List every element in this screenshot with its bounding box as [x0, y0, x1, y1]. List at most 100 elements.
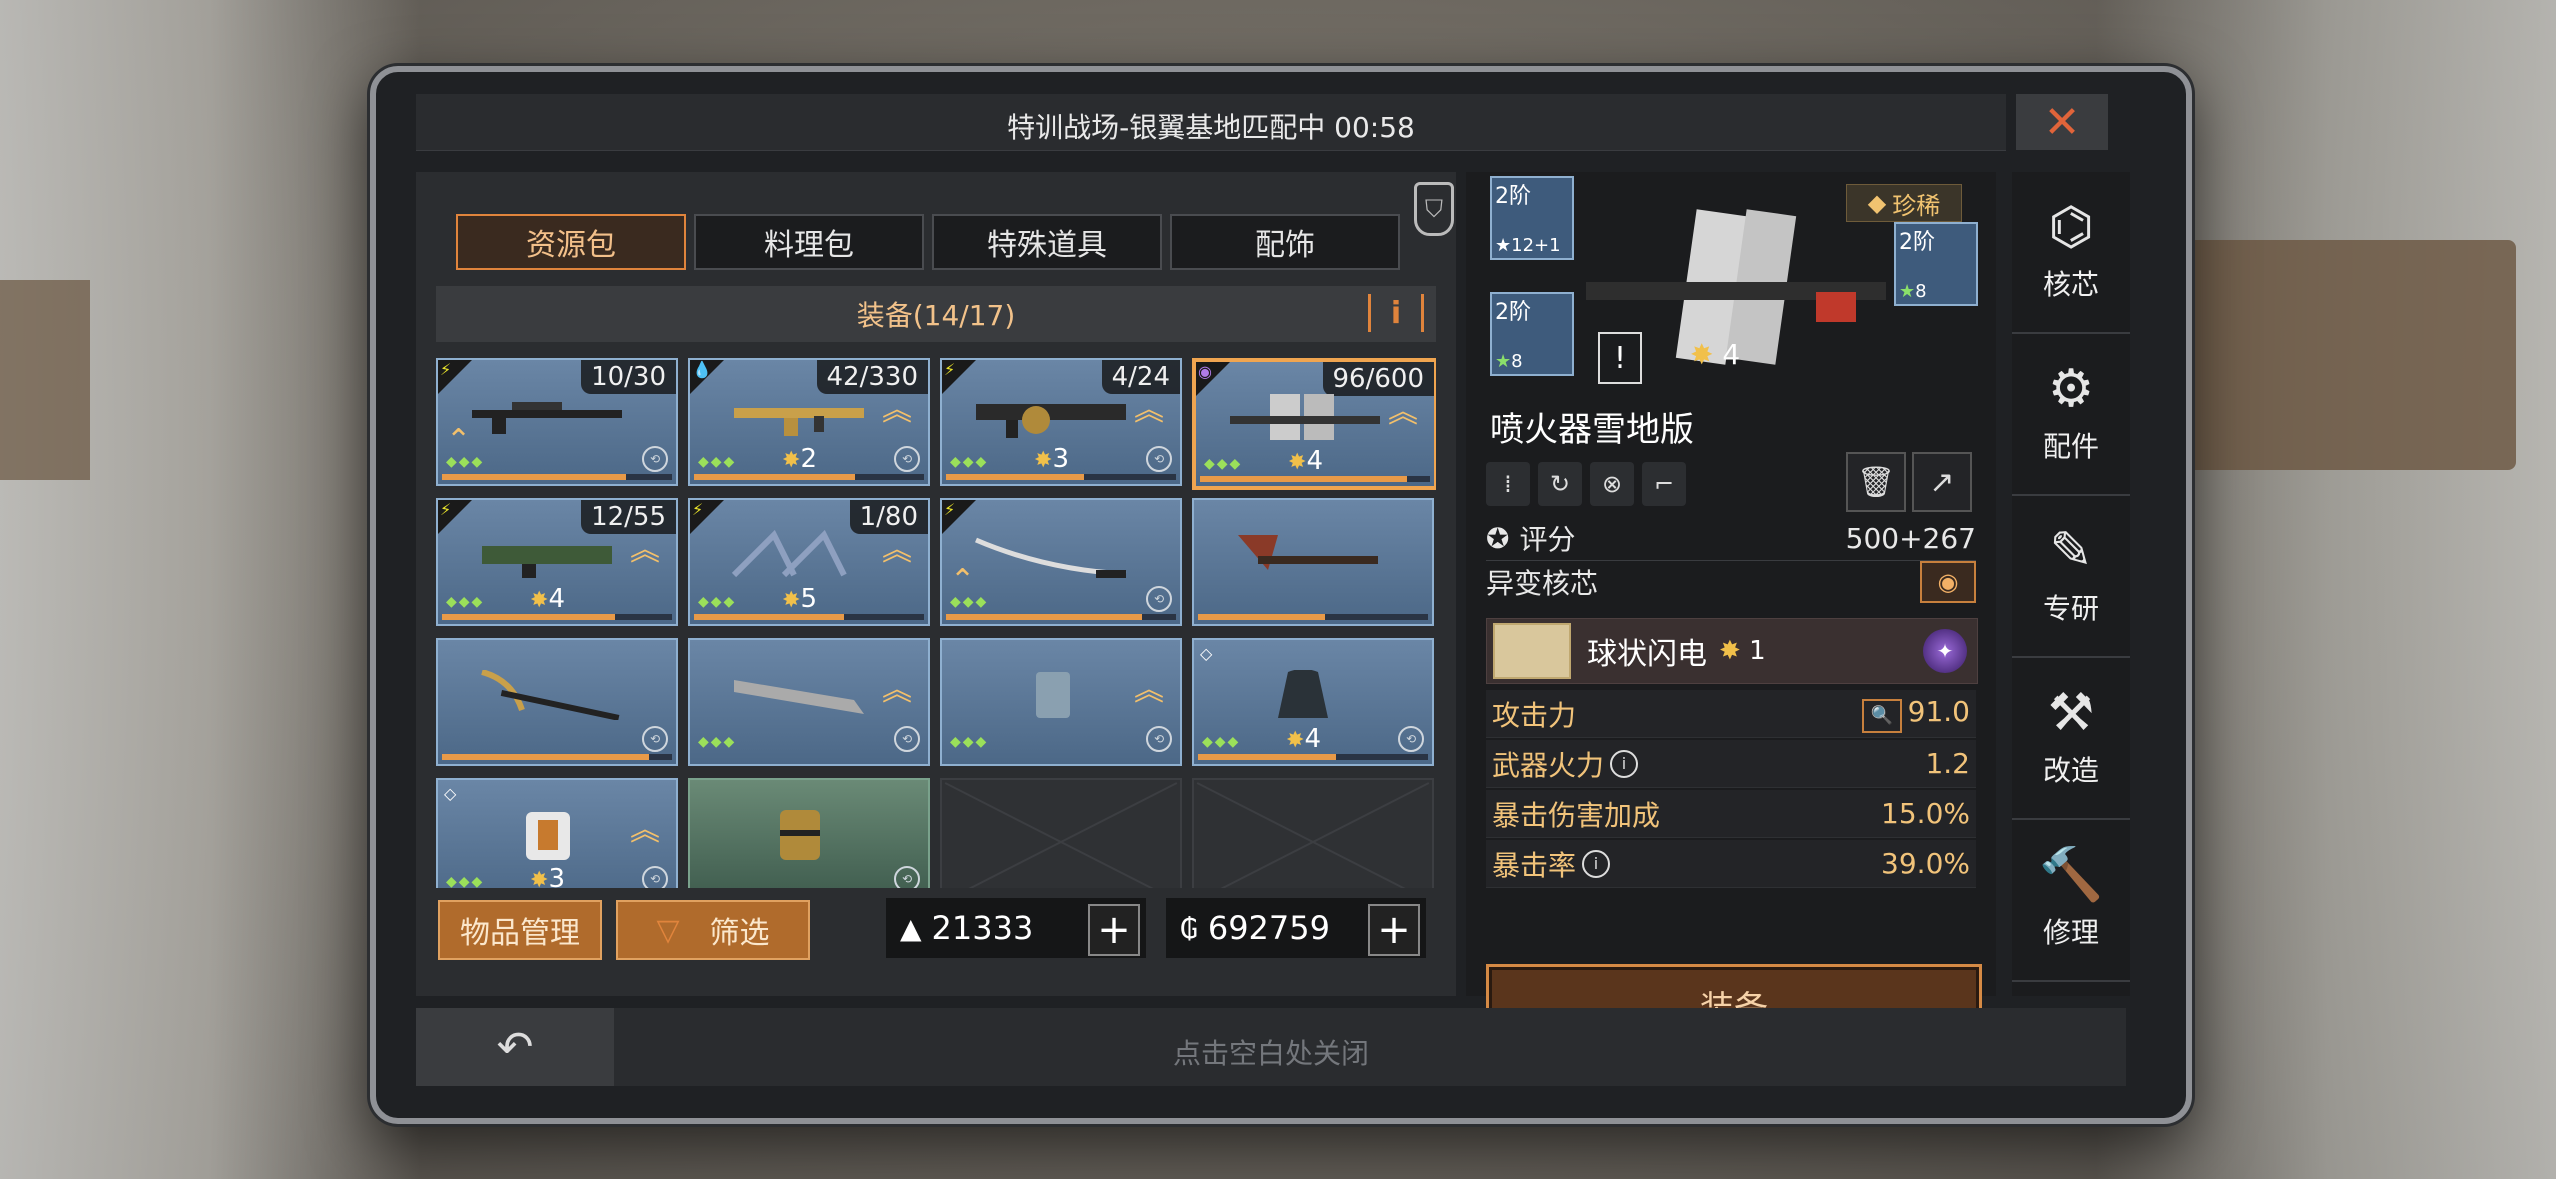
- inventory-panel: 资源包 料理包 特殊道具 配饰 ⛉ 装备(14/17) i ⚡ 10/30 ◆◆…: [416, 172, 1456, 996]
- material-icon: ▲: [900, 911, 922, 945]
- bullet-icon: ⁞: [1486, 462, 1530, 506]
- crosshair-icon: ⊗: [1590, 462, 1634, 506]
- reload-icon: ↻: [1538, 462, 1582, 506]
- upgrade-arrow-icon: ⌃: [446, 423, 472, 458]
- side-item-repair[interactable]: 🔨 修理: [2012, 820, 2130, 982]
- mutation-core-label: 异变核芯: [1486, 567, 1599, 600]
- stat-crit-rate: 暴击率 i 39.0%: [1486, 840, 1976, 888]
- item-slot[interactable]: ⚡ 12/55 ◆◆◆ ✸4 ︽: [436, 498, 678, 626]
- score-row: ✪ 评分 500+267: [1486, 516, 1976, 561]
- item-slot-selected[interactable]: ◉ 96/600 ◆◆◆ ✸4 ︽: [1192, 358, 1436, 490]
- pickaxe-icon: [481, 670, 620, 720]
- add-gold-button[interactable]: +: [1368, 904, 1420, 956]
- research-pencil-icon: ✎: [2049, 521, 2093, 581]
- ammo-count: 96/600: [1322, 362, 1434, 396]
- item-management-button[interactable]: 物品管理: [438, 900, 602, 960]
- upgrade-arrow-icon: ︽: [882, 673, 912, 708]
- side-item-parts[interactable]: ⚙ 配件: [2012, 334, 2130, 496]
- katana-icon: [975, 537, 1127, 578]
- item-slot[interactable]: [1192, 498, 1434, 626]
- grenade-launcher-icon: [976, 404, 1126, 438]
- empty-slot: [940, 778, 1182, 888]
- element-icon: ⚡: [440, 500, 452, 519]
- swap-icon: ⟲: [894, 866, 920, 888]
- background-planter-left: [0, 280, 90, 480]
- item-slot[interactable]: ◇ ◆◆◆ ✸4 ⟲: [1192, 638, 1434, 766]
- element-icon: ◉: [1198, 362, 1212, 381]
- weapon-level: 3: [1052, 444, 1069, 474]
- swap-icon: ⟲: [642, 726, 668, 752]
- magnify-icon[interactable]: 🔍: [1861, 698, 1902, 733]
- side-item-research[interactable]: ✎ 专研: [2012, 496, 2130, 658]
- item-slot[interactable]: ⚡ ◆◆◆ ⌃ ⟲: [940, 498, 1182, 626]
- weapon-level: 3: [548, 864, 565, 888]
- gold-coin-icon: ₲: [1180, 911, 1198, 945]
- item-slot[interactable]: ⟲: [436, 638, 678, 766]
- tab-accessories[interactable]: 配饰: [1170, 214, 1400, 270]
- core-thumbnail: [1493, 623, 1571, 679]
- upgrade-arrow-icon: ︽: [882, 393, 912, 428]
- core-chip-icon: ⌬: [2048, 197, 2094, 257]
- shield-icon[interactable]: ⛉: [1414, 182, 1454, 236]
- assault-rifle-icon: [734, 408, 864, 436]
- side-item-core[interactable]: ⌬ 核芯: [2012, 172, 2130, 334]
- add-material-button[interactable]: +: [1088, 904, 1140, 956]
- attachment-slot[interactable]: 2阶 ★8: [1894, 222, 1978, 306]
- score-value: 500+267: [1845, 521, 1976, 555]
- swap-icon: ⟲: [1146, 586, 1172, 612]
- upgrade-arrow-icon: ︽: [882, 533, 912, 568]
- attachment-slot[interactable]: 2阶 ★8: [1490, 292, 1574, 376]
- element-icon: 💧: [692, 360, 712, 379]
- weapon-level: 4: [1304, 724, 1321, 754]
- flamethrower-icon: [1230, 394, 1380, 440]
- share-icon[interactable]: ↗: [1912, 452, 1972, 512]
- element-icon: ⚡: [440, 360, 452, 379]
- title-bar: 特训战场-银翼基地匹配中 00:58: [416, 94, 2006, 151]
- info-icon[interactable]: i: [1610, 749, 1639, 778]
- element-icon: ⚡: [692, 500, 704, 519]
- item-slot[interactable]: ◇ ◆◆◆ ✸3 ︽ ⟲: [436, 778, 678, 888]
- diamond-icon: ◇: [444, 784, 457, 803]
- attachment-slot[interactable]: 2阶 ★12+1: [1490, 176, 1574, 260]
- item-slot[interactable]: ◆◆◆ ︽ ⟲: [940, 638, 1182, 766]
- diamond-icon: ◇: [1200, 644, 1213, 663]
- sniper-rifle-icon: [472, 402, 622, 434]
- close-hint: 点击空白处关闭: [1172, 1037, 1369, 1070]
- item-slot[interactable]: 💧 42/330 ◆◆◆ ✸2 ︽ ⟲: [688, 358, 930, 486]
- close-button[interactable]: ✕: [2016, 94, 2108, 150]
- item-slot[interactable]: ⚡ 1/80 ◆◆◆ ✸5 ︽: [688, 498, 930, 626]
- stat-attack: 攻击力 🔍 91.0: [1486, 690, 1976, 738]
- info-icon[interactable]: i: [1582, 849, 1611, 878]
- filter-button[interactable]: ▽ 筛选: [616, 900, 810, 960]
- bottom-bar[interactable]: ↶ 点击空白处关闭: [416, 1008, 2126, 1086]
- core-item[interactable]: 球状闪电 ✸ 1 ✦: [1486, 618, 1978, 684]
- parts-gear-icon: ⚙: [2047, 359, 2095, 419]
- claw-weapon-icon: [731, 530, 847, 578]
- tab-resource-pack[interactable]: 资源包: [456, 214, 686, 270]
- repair-hammer-icon: 🔨: [2038, 845, 2104, 905]
- weapon-level: 4: [1306, 446, 1323, 476]
- upgrade-arrow-icon: ︽: [630, 813, 660, 848]
- filter-chevron-icon: ▽: [656, 912, 680, 948]
- score-label: 评分: [1519, 523, 1576, 556]
- delete-icon[interactable]: 🗑: [1846, 452, 1906, 512]
- side-item-modify[interactable]: ⚒ 改造: [2012, 658, 2130, 820]
- swap-icon: ⟲: [1146, 446, 1172, 472]
- core-orb-icon: ✦: [1923, 629, 1967, 673]
- weapon-level: 5: [800, 584, 817, 614]
- upgrade-arrow-icon: ⌃: [950, 563, 976, 598]
- category-tabs: 资源包 料理包 特殊道具 配饰: [456, 214, 1400, 270]
- info-button[interactable]: i: [1368, 294, 1424, 332]
- tab-food-pack[interactable]: 料理包: [694, 214, 924, 270]
- item-slot[interactable]: ⚡ 4/24 ◆◆◆ ✸3 ︽ ⟲: [940, 358, 1182, 486]
- background-snow-left: [0, 0, 420, 1179]
- item-slot[interactable]: ⟲: [688, 778, 930, 888]
- upgrade-arrow-icon: ︽: [1134, 673, 1164, 708]
- tab-special-items[interactable]: 特殊道具: [932, 214, 1162, 270]
- inventory-window: 特训战场-银翼基地匹配中 00:58 ✕ 资源包 料理包 特殊道具 配饰 ⛉ 装…: [370, 66, 2192, 1124]
- upgrade-arrow-icon: ︽: [1134, 393, 1164, 428]
- item-slot[interactable]: ◆◆◆ ︽ ⟲: [688, 638, 930, 766]
- swap-icon: ⟲: [894, 726, 920, 752]
- eye-icon[interactable]: ◉: [1920, 561, 1976, 603]
- item-slot[interactable]: ⚡ 10/30 ◆◆◆ ⌃ ⟲: [436, 358, 678, 486]
